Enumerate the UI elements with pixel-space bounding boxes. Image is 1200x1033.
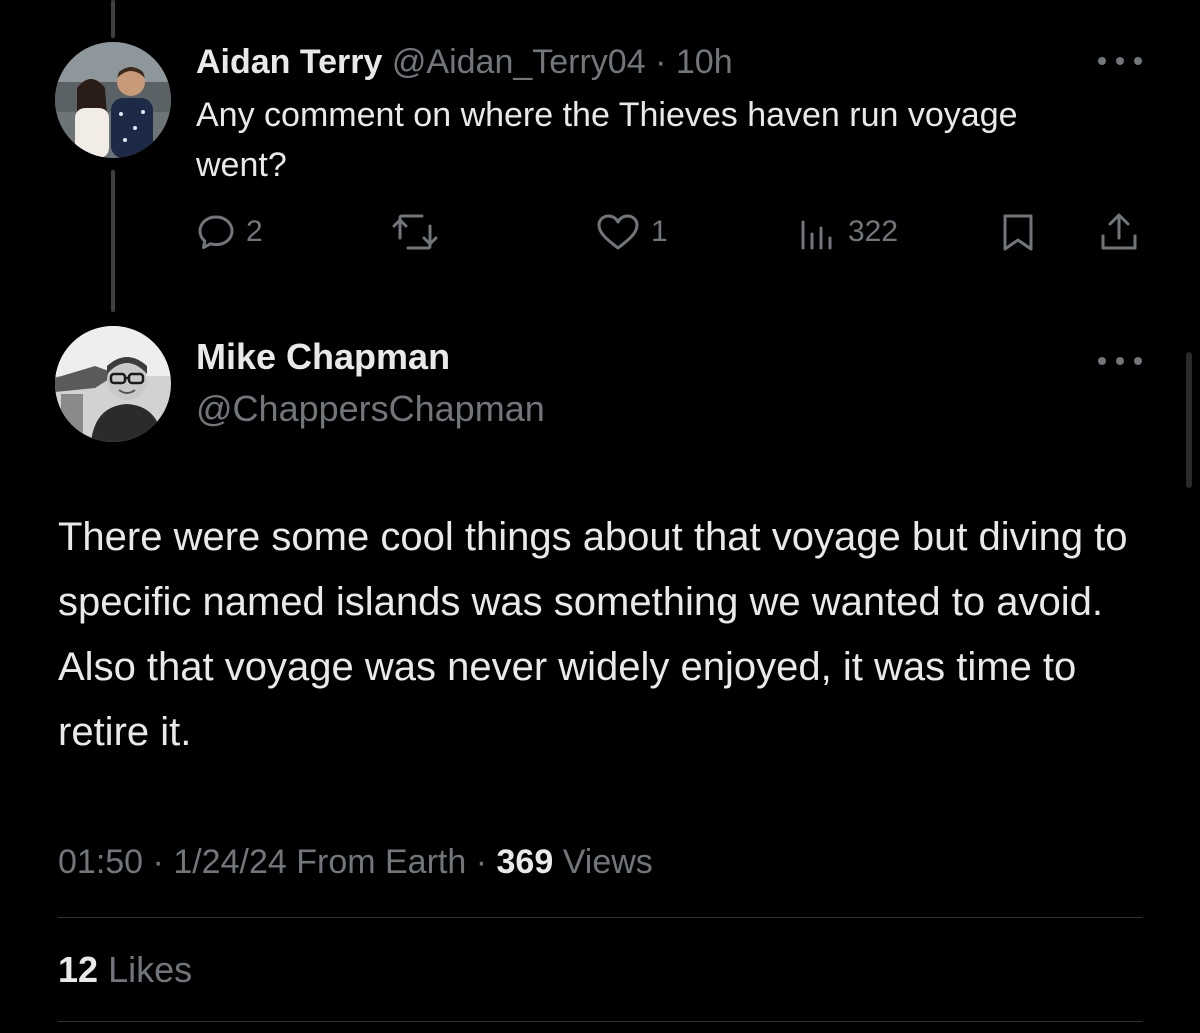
likes-summary[interactable]: 12 Likes [58,948,192,992]
reply-timestamp[interactable]: 10h [676,43,733,81]
scrollbar[interactable] [1186,352,1192,488]
tweet-source: From Earth [296,843,467,881]
divider-top [58,917,1143,918]
reply-author-name[interactable]: Aidan Terry [196,43,382,81]
main-author-avatar[interactable] [55,326,171,442]
retweet-icon [392,214,438,250]
main-tweet-text: There were some cool things about that v… [58,515,1128,754]
meta-separator-1: · [152,843,164,881]
views-button[interactable]: 322 [798,206,898,258]
reply-author-handle[interactable]: @Aidan_Terry04 [392,43,646,81]
views-label: Views [562,843,653,881]
reply-action-button[interactable]: 2 [196,206,263,258]
analytics-icon [801,220,832,250]
thread-line-connector [111,170,115,312]
tweet-meta: 01:50 · 1/24/24 From Earth · 369 Views [58,840,653,884]
like-count: 1 [651,215,668,248]
divider-bottom [58,1021,1143,1022]
main-author-handle[interactable]: @ChappersChapman [196,388,545,430]
tweet-date: 1/24/24 [173,843,287,881]
views-count: 322 [848,215,899,248]
main-author-name[interactable]: Mike Chapman [196,336,450,378]
reply-header: Aidan Terry @Aidan_Terry04 · 10h [196,40,733,84]
bookmark-icon [1003,214,1033,251]
retweet-button[interactable] [392,206,448,258]
share-icon [1101,213,1137,250]
thread-line-top [111,0,115,38]
like-button[interactable]: 1 [595,206,668,258]
reply-separator: · [655,43,667,81]
share-button[interactable] [1098,206,1140,258]
reply-text: Any comment on where the Thieves haven r… [196,96,1018,184]
reply-more-icon[interactable] [1098,51,1142,71]
reply-author-avatar[interactable] [55,42,171,158]
meta-separator-2: · [475,843,488,881]
likes-total-count: 12 [58,949,99,990]
tweet-time: 01:50 [58,843,144,881]
views-total-count: 369 [496,843,554,881]
heart-icon [597,214,639,250]
reply-count: 2 [246,215,263,248]
bookmark-button[interactable] [998,206,1038,258]
likes-label: Likes [108,949,193,990]
main-more-icon[interactable] [1098,351,1142,371]
comment-icon [198,215,234,249]
